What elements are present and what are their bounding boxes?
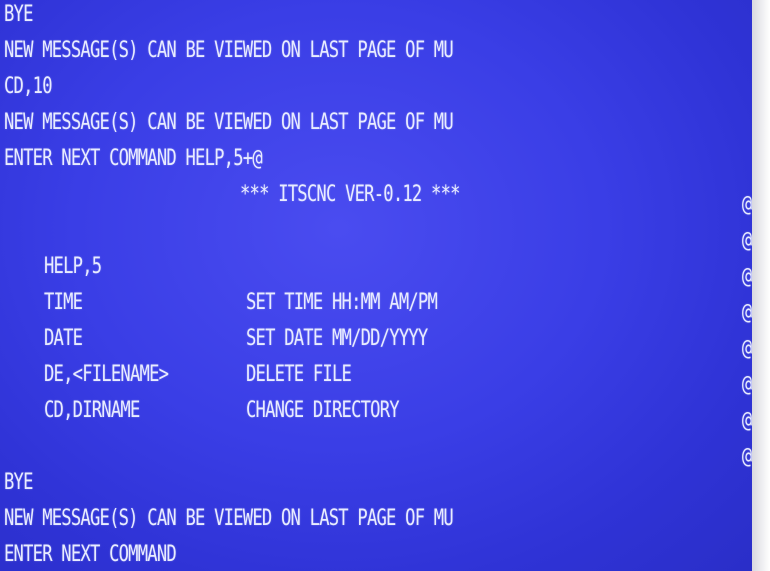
- monitor-bezel-edge: [752, 0, 770, 571]
- help-command: DATE: [44, 326, 83, 351]
- margin-at-char: @: [741, 372, 752, 397]
- margin-at-char: @: [741, 192, 752, 217]
- help-title: HELP,5: [44, 254, 102, 279]
- terminal-line: BYE: [4, 2, 33, 27]
- version-banner: *** ITSCNC VER-0.12 ***: [240, 182, 460, 207]
- terminal-line: CD,10: [4, 74, 53, 99]
- terminal-line: NEW MESSAGE(S) CAN BE VIEWED ON LAST PAG…: [4, 506, 454, 531]
- help-description: SET DATE MM/DD/YYYY: [246, 326, 428, 351]
- terminal-screen[interactable]: BYE NEW MESSAGE(S) CAN BE VIEWED ON LAST…: [0, 0, 752, 571]
- help-command: CD,DIRNAME: [44, 398, 140, 423]
- terminal-line: NEW MESSAGE(S) CAN BE VIEWED ON LAST PAG…: [4, 110, 454, 135]
- help-description: CHANGE DIRECTORY: [246, 398, 400, 423]
- terminal-line: NEW MESSAGE(S) CAN BE VIEWED ON LAST PAG…: [4, 38, 454, 63]
- help-description: SET TIME HH:MM AM/PM: [246, 290, 438, 315]
- command-prompt[interactable]: ENTER NEXT COMMAND: [4, 542, 177, 568]
- margin-at-char: @: [741, 336, 752, 361]
- help-command: TIME: [44, 290, 83, 315]
- help-command: DE,<FILENAME>: [44, 362, 169, 387]
- margin-at-char: @: [741, 300, 752, 325]
- margin-at-char: @: [741, 228, 752, 253]
- terminal-line: ENTER NEXT COMMAND HELP,5+@: [4, 146, 263, 171]
- terminal-line: BYE: [4, 470, 33, 495]
- help-description: DELETE FILE: [246, 362, 352, 387]
- margin-at-char: @: [741, 408, 752, 433]
- margin-at-char: @: [741, 264, 752, 289]
- margin-at-char: @: [741, 444, 752, 469]
